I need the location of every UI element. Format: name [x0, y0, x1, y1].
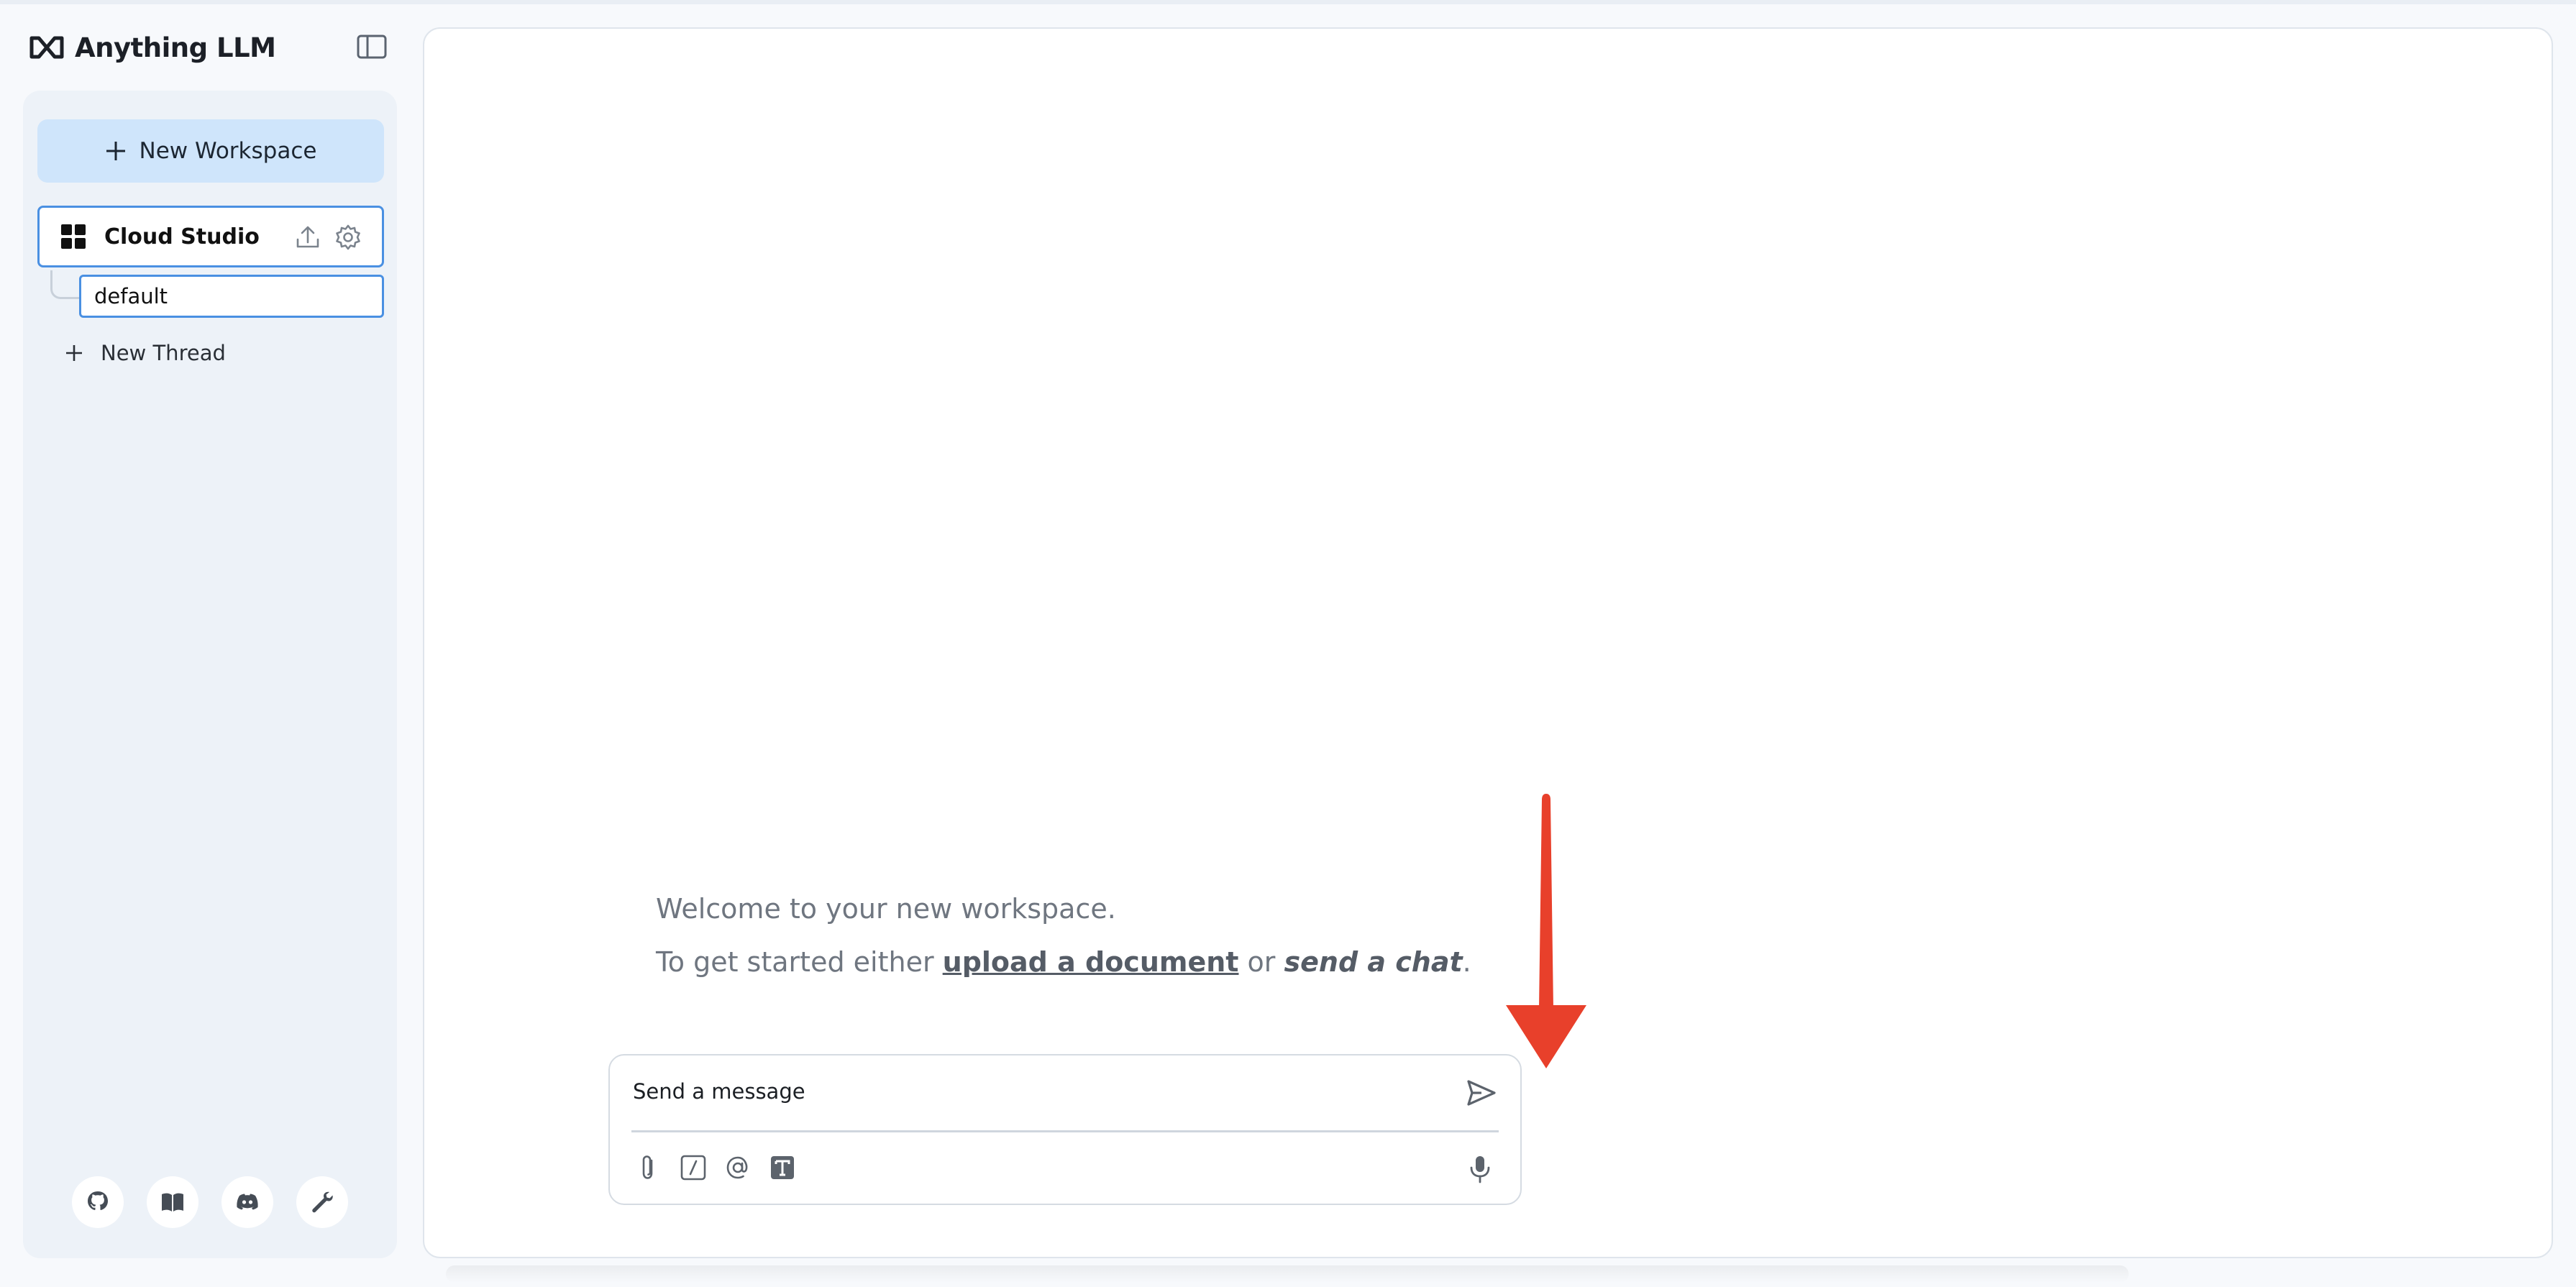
- thread-connector: [50, 270, 79, 299]
- welcome-message: Welcome to your new workspace. To get st…: [656, 893, 1471, 978]
- upload-document-link[interactable]: upload a document: [943, 946, 1239, 978]
- welcome-prefix: To get started either: [656, 946, 943, 978]
- wrench-icon: [312, 1191, 333, 1213]
- workspace-grid-icon: [61, 224, 86, 249]
- new-thread-button[interactable]: New Thread: [65, 335, 226, 371]
- send-chat-link[interactable]: send a chat: [1284, 946, 1463, 978]
- annotation-arrow: [1506, 794, 1586, 1068]
- workspace-name: Cloud Studio: [104, 224, 260, 249]
- anything-llm-logo-icon: [29, 36, 64, 59]
- workspace-actions: [294, 224, 362, 251]
- book-icon: [162, 1193, 183, 1212]
- welcome-suffix: .: [1462, 946, 1471, 978]
- window-bottom-shadow: [446, 1265, 2129, 1283]
- message-composer: [608, 1054, 1522, 1205]
- workspace-item-cloud-studio[interactable]: Cloud Studio: [37, 206, 384, 267]
- new-thread-label: New Thread: [101, 341, 226, 365]
- github-button[interactable]: [72, 1176, 124, 1228]
- plus-icon: [66, 345, 82, 361]
- window-top-edge: [0, 0, 2576, 4]
- sidebar-toggle-icon[interactable]: [357, 35, 387, 59]
- plus-icon: [106, 142, 125, 160]
- send-icon[interactable]: [1464, 1076, 1499, 1110]
- paperclip-icon[interactable]: [634, 1153, 663, 1182]
- composer-divider: [631, 1130, 1499, 1132]
- slash-command-icon[interactable]: [679, 1153, 708, 1182]
- gear-icon[interactable]: [334, 224, 362, 251]
- github-icon: [88, 1191, 108, 1211]
- sidebar-footer: [72, 1176, 348, 1228]
- new-workspace-button[interactable]: New Workspace: [37, 119, 384, 183]
- thread-item-default[interactable]: default: [79, 275, 384, 318]
- app-name: Anything LLM: [75, 32, 276, 63]
- upload-icon[interactable]: [294, 224, 321, 251]
- microphone-icon[interactable]: [1466, 1153, 1494, 1185]
- welcome-middle: or: [1238, 946, 1284, 978]
- composer-toolbar: [634, 1153, 797, 1182]
- settings-button[interactable]: [296, 1176, 348, 1228]
- at-mention-icon[interactable]: [723, 1153, 752, 1182]
- welcome-instructions: To get started either upload a document …: [656, 946, 1471, 978]
- new-workspace-label: New Workspace: [139, 138, 317, 164]
- welcome-title: Welcome to your new workspace.: [656, 893, 1116, 925]
- text-size-icon[interactable]: [768, 1153, 797, 1182]
- brand: Anything LLM: [29, 29, 276, 66]
- message-input[interactable]: [631, 1070, 1422, 1113]
- sidebar: New Workspace Cloud Studio default New T…: [23, 91, 397, 1258]
- docs-button[interactable]: [147, 1176, 198, 1228]
- discord-button[interactable]: [221, 1176, 273, 1228]
- discord-icon: [237, 1194, 258, 1210]
